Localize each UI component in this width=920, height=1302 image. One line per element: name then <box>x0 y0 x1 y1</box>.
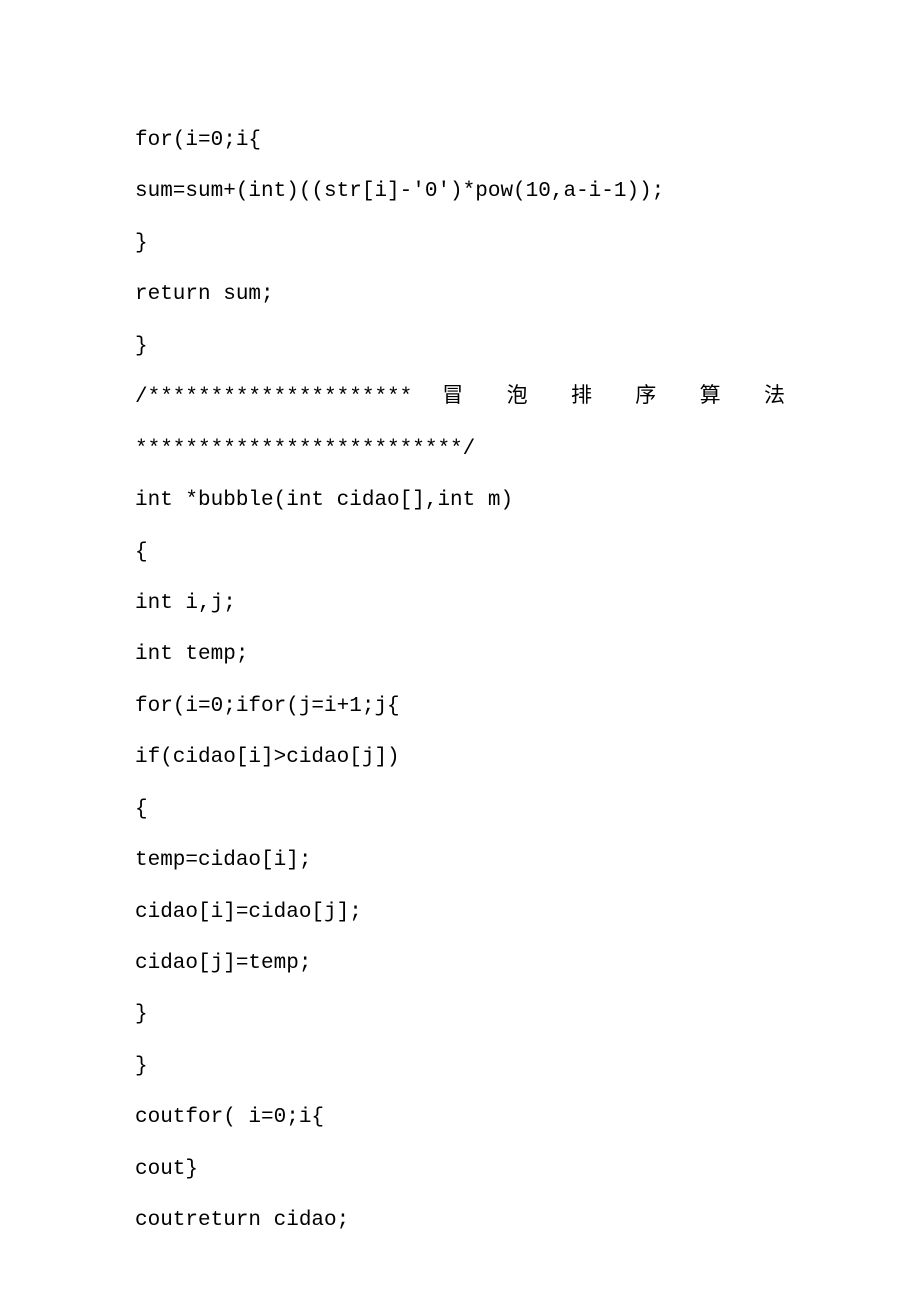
code-line: { <box>135 784 785 835</box>
comment-title-chars: 冒 泡 排 序 算 法 <box>412 372 785 423</box>
comment-char: 泡 <box>507 372 528 423</box>
code-line: } <box>135 1041 785 1092</box>
code-line: if(cidao[i]>cidao[j]) <box>135 732 785 783</box>
comment-char: 序 <box>635 372 656 423</box>
code-line: **************************/ <box>135 424 785 475</box>
code-line: for(i=0;ifor(j=i+1;j{ <box>135 681 785 732</box>
comment-char: 算 <box>700 372 721 423</box>
code-line: cout} <box>135 1144 785 1195</box>
code-line: for(i=0;i{ <box>135 115 785 166</box>
comment-char: 排 <box>571 372 592 423</box>
code-line: return sum; <box>135 269 785 320</box>
code-line: } <box>135 989 785 1040</box>
code-line: { <box>135 527 785 578</box>
comment-asterisks-left: /********************* <box>135 372 412 423</box>
code-line: } <box>135 218 785 269</box>
code-line: coutfor( i=0;i{ <box>135 1092 785 1143</box>
code-line: temp=cidao[i]; <box>135 835 785 886</box>
code-line: int temp; <box>135 629 785 680</box>
code-line: } <box>135 321 785 372</box>
code-line: sum=sum+(int)((str[i]-'0')*pow(10,a-i-1)… <box>135 166 785 217</box>
code-line: int *bubble(int cidao[],int m) <box>135 475 785 526</box>
code-line: coutreturn cidao; <box>135 1195 785 1246</box>
comment-char: 法 <box>764 372 785 423</box>
code-line-comment-header: /********************* 冒 泡 排 序 算 法 <box>135 372 785 423</box>
document-page: for(i=0;i{ sum=sum+(int)((str[i]-'0')*po… <box>0 0 920 1302</box>
comment-char: 冒 <box>442 372 463 423</box>
code-line: cidao[i]=cidao[j]; <box>135 887 785 938</box>
code-line: int i,j; <box>135 578 785 629</box>
code-line: cidao[j]=temp; <box>135 938 785 989</box>
